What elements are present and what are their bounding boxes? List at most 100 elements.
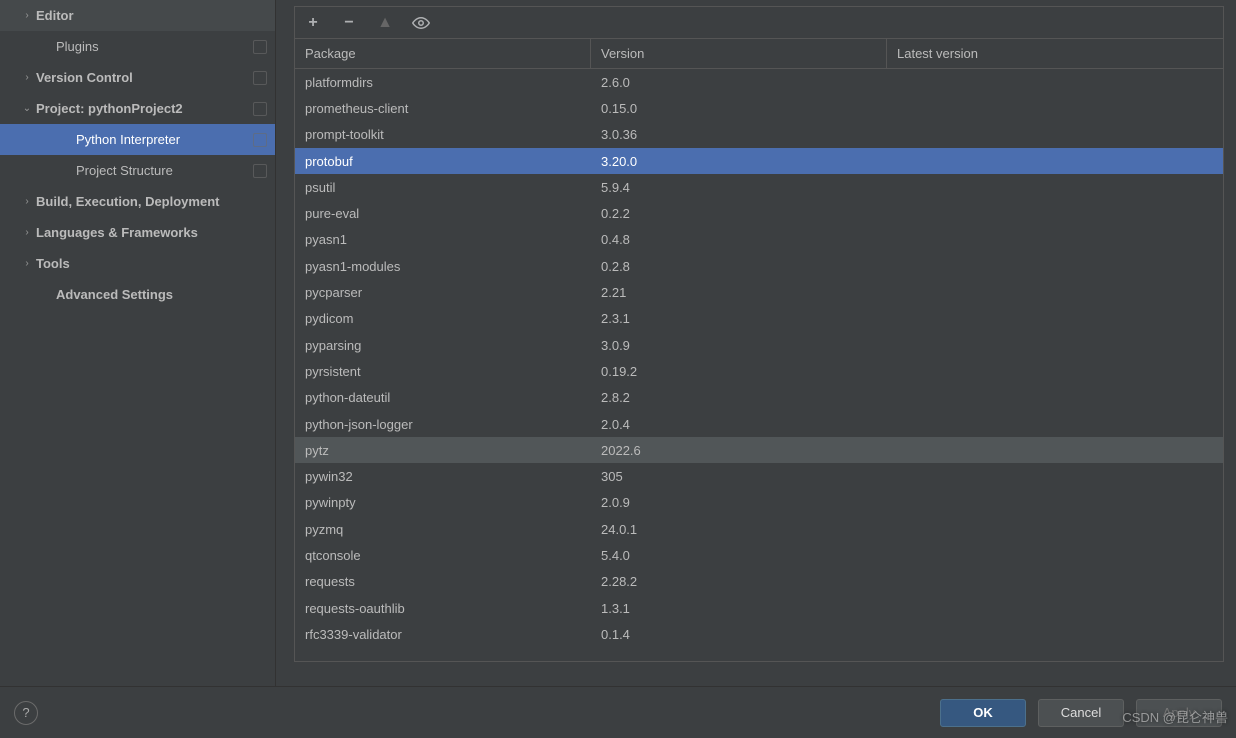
table-row[interactable]: requests-oauthlib1.3.1 <box>295 595 1223 621</box>
header-latest[interactable]: Latest version <box>887 39 1223 68</box>
package-name: pyasn1-modules <box>295 259 591 274</box>
sidebar-item-version-control[interactable]: ›Version Control <box>0 62 275 93</box>
remove-package-button[interactable]: − <box>339 13 359 33</box>
sidebar-item-project-pythonproject2[interactable]: ⌄Project: pythonProject2 <box>0 93 275 124</box>
package-version: 5.9.4 <box>591 180 887 195</box>
sidebar-item-project-structure[interactable]: Project Structure <box>0 155 275 186</box>
package-version: 2022.6 <box>591 443 887 458</box>
package-name: qtconsole <box>295 548 591 563</box>
packages-table-body[interactable]: platformdirs2.6.0prometheus-client0.15.0… <box>295 69 1223 661</box>
chevron-right-icon: › <box>18 258 36 269</box>
sidebar-item-plugins[interactable]: Plugins <box>0 31 275 62</box>
chevron-right-icon: › <box>18 72 36 83</box>
header-version[interactable]: Version <box>591 39 887 68</box>
package-version: 0.1.4 <box>591 627 887 642</box>
sidebar-item-advanced-settings[interactable]: Advanced Settings <box>0 279 275 310</box>
package-version: 2.6.0 <box>591 75 887 90</box>
package-version: 0.4.8 <box>591 232 887 247</box>
package-version: 2.21 <box>591 285 887 300</box>
package-version: 24.0.1 <box>591 522 887 537</box>
sidebar-item-label: Build, Execution, Deployment <box>36 194 267 209</box>
sidebar-item-label: Advanced Settings <box>56 287 267 302</box>
table-row[interactable]: pyparsing3.0.9 <box>295 332 1223 358</box>
packages-panel: + − ▲ Package Version Latest version pla… <box>294 6 1224 662</box>
header-package[interactable]: Package <box>295 39 591 68</box>
package-version: 3.0.9 <box>591 338 887 353</box>
sidebar-item-label: Plugins <box>56 39 249 54</box>
table-row[interactable]: pycparser2.21 <box>295 279 1223 305</box>
sidebar-item-label: Editor <box>36 8 267 23</box>
sidebar-item-label: Version Control <box>36 70 249 85</box>
package-version: 2.3.1 <box>591 311 887 326</box>
sidebar-item-editor[interactable]: ›Editor <box>0 0 275 31</box>
package-name: prompt-toolkit <box>295 127 591 142</box>
package-name: pytz <box>295 443 591 458</box>
package-version: 2.28.2 <box>591 574 887 589</box>
sidebar-item-languages-frameworks[interactable]: ›Languages & Frameworks <box>0 217 275 248</box>
table-row[interactable]: prompt-toolkit3.0.36 <box>295 122 1223 148</box>
package-name: pydicom <box>295 311 591 326</box>
scope-indicator-icon <box>253 40 267 54</box>
sidebar-item-label: Languages & Frameworks <box>36 225 267 240</box>
table-row[interactable]: pyrsistent0.19.2 <box>295 358 1223 384</box>
package-name: pycparser <box>295 285 591 300</box>
settings-content: + − ▲ Package Version Latest version pla… <box>276 0 1236 686</box>
table-row[interactable]: pydicom2.3.1 <box>295 306 1223 332</box>
package-name: rfc3339-validator <box>295 627 591 642</box>
sidebar-item-tools[interactable]: ›Tools <box>0 248 275 279</box>
table-row[interactable]: protobuf3.20.0 <box>295 148 1223 174</box>
help-button[interactable]: ? <box>14 701 38 725</box>
package-name: prometheus-client <box>295 101 591 116</box>
package-name: requests-oauthlib <box>295 601 591 616</box>
table-row[interactable]: pyzmq24.0.1 <box>295 516 1223 542</box>
package-name: pywin32 <box>295 469 591 484</box>
table-row[interactable]: pytz2022.6 <box>295 437 1223 463</box>
sidebar-item-python-interpreter[interactable]: Python Interpreter <box>0 124 275 155</box>
package-version: 0.2.2 <box>591 206 887 221</box>
settings-sidebar[interactable]: ›EditorPlugins›Version Control⌄Project: … <box>0 0 276 686</box>
chevron-right-icon: › <box>18 227 36 238</box>
table-row[interactable]: pure-eval0.2.2 <box>295 200 1223 226</box>
packages-toolbar: + − ▲ <box>295 7 1223 39</box>
cancel-button[interactable]: Cancel <box>1038 699 1124 727</box>
sidebar-item-build-execution-deployment[interactable]: ›Build, Execution, Deployment <box>0 186 275 217</box>
table-row[interactable]: qtconsole5.4.0 <box>295 542 1223 568</box>
package-name: python-json-logger <box>295 417 591 432</box>
package-version: 305 <box>591 469 887 484</box>
ok-button[interactable]: OK <box>940 699 1026 727</box>
table-row[interactable]: platformdirs2.6.0 <box>295 69 1223 95</box>
table-row[interactable]: requests2.28.2 <box>295 569 1223 595</box>
scope-indicator-icon <box>253 133 267 147</box>
package-name: pyrsistent <box>295 364 591 379</box>
package-name: psutil <box>295 180 591 195</box>
package-version: 2.0.9 <box>591 495 887 510</box>
package-version: 2.0.4 <box>591 417 887 432</box>
scope-indicator-icon <box>253 71 267 85</box>
table-row[interactable]: pyasn10.4.8 <box>295 227 1223 253</box>
table-row[interactable]: prometheus-client0.15.0 <box>295 95 1223 121</box>
package-name: python-dateutil <box>295 390 591 405</box>
package-version: 3.0.36 <box>591 127 887 142</box>
package-name: pure-eval <box>295 206 591 221</box>
table-row[interactable]: pywinpty2.0.9 <box>295 490 1223 516</box>
table-row[interactable]: rfc3339-validator0.1.4 <box>295 621 1223 647</box>
package-version: 3.20.0 <box>591 154 887 169</box>
package-name: platformdirs <box>295 75 591 90</box>
show-early-releases-button[interactable] <box>411 13 431 33</box>
package-version: 2.8.2 <box>591 390 887 405</box>
package-name: protobuf <box>295 154 591 169</box>
table-row[interactable]: psutil5.9.4 <box>295 174 1223 200</box>
package-name: pyparsing <box>295 338 591 353</box>
table-row[interactable]: python-dateutil2.8.2 <box>295 385 1223 411</box>
add-package-button[interactable]: + <box>303 13 323 33</box>
table-row[interactable]: pywin32305 <box>295 463 1223 489</box>
package-version: 0.15.0 <box>591 101 887 116</box>
table-row[interactable]: pyasn1-modules0.2.8 <box>295 253 1223 279</box>
dialog-footer: ? OK Cancel Apply <box>0 686 1236 738</box>
chevron-right-icon: › <box>18 10 36 21</box>
sidebar-item-label: Tools <box>36 256 267 271</box>
package-name: pywinpty <box>295 495 591 510</box>
table-row[interactable]: python-json-logger2.0.4 <box>295 411 1223 437</box>
upgrade-package-button: ▲ <box>375 13 395 33</box>
package-name: pyzmq <box>295 522 591 537</box>
